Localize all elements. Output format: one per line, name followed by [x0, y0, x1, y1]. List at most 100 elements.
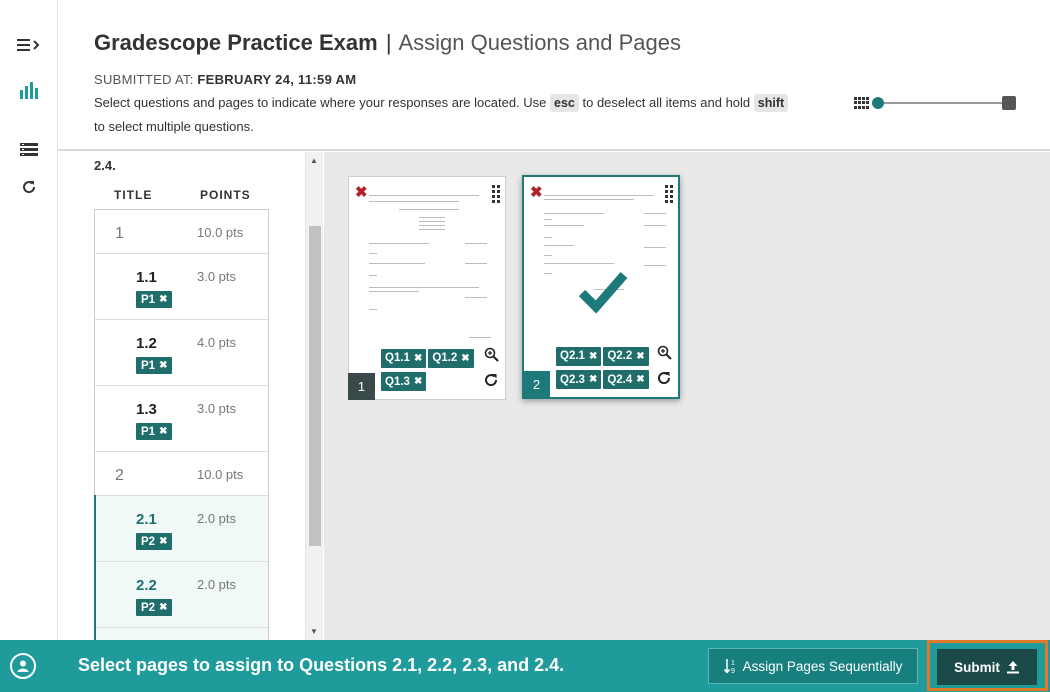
- remove-tag-icon[interactable]: ✖: [159, 426, 167, 437]
- remove-tag-icon[interactable]: ✖: [159, 536, 167, 547]
- page-title: Gradescope Practice Exam | Assign Questi…: [94, 30, 681, 56]
- svg-text:1: 1: [731, 660, 735, 667]
- page-question-tags: Q1.1 ✖ Q1.2 ✖ Q1.3 ✖: [381, 348, 491, 395]
- remove-tag-icon[interactable]: ✖: [159, 602, 167, 613]
- question-tag-label: Q2.2: [607, 350, 633, 362]
- question-tag[interactable]: Q2.2 ✖: [603, 346, 649, 366]
- question-tag-label: Q2.1: [560, 350, 585, 362]
- page-number: 2: [523, 371, 550, 398]
- menu-expand-icon[interactable]: [16, 34, 42, 56]
- question-points: 10.0 pts: [197, 467, 244, 482]
- remove-tag-icon[interactable]: ✖: [636, 351, 644, 362]
- page-tag[interactable]: P2 ✖: [136, 533, 173, 550]
- page-tag-label: P1: [141, 293, 156, 306]
- page-tag-label: P1: [141, 425, 156, 438]
- assign-pages-sequentially-button[interactable]: 19 Assign Pages Sequentially: [708, 648, 918, 684]
- question-table: 1 10.0 pts 1.1 3.0 pts P1 ✖ 1.2 4.0 pts P1 ✖ 1.3 3.…: [94, 209, 269, 640]
- zoom-in-icon[interactable]: [657, 345, 672, 363]
- question-number: 2.1: [136, 511, 157, 528]
- page-tag[interactable]: P1 ✖: [136, 291, 173, 308]
- user-icon[interactable]: [10, 653, 36, 679]
- left-sidebar: [0, 0, 58, 640]
- scroll-up-arrow-icon[interactable]: ▲: [310, 156, 318, 165]
- upload-icon: [1006, 661, 1019, 674]
- page-preview-image: [363, 191, 491, 341]
- remove-tag-icon[interactable]: ✖: [589, 374, 597, 385]
- question-points: 2.0 pts: [197, 511, 237, 526]
- question-number: 2.2: [136, 577, 157, 594]
- zoom-in-icon[interactable]: [484, 347, 499, 365]
- page-tag-label: P2: [141, 601, 156, 614]
- page-thumbnail[interactable]: ✖ Q2.1 ✖ Q2.2 ✖ Q2.3 ✖ Q2.4 ✖ 2: [522, 175, 680, 399]
- question-row[interactable]: 1.2 4.0 pts P1 ✖: [95, 320, 268, 386]
- list-icon[interactable]: [16, 139, 42, 161]
- question-tag[interactable]: Q2.4 ✖: [603, 370, 649, 389]
- footer-message: Select pages to assign to Questions 2.1,…: [78, 655, 565, 675]
- instructions: Select questions and pages to indicate w…: [94, 91, 854, 139]
- scrollbar-thumb[interactable]: [309, 226, 321, 546]
- question-row[interactable]: 2.1 2.0 pts P2 ✖: [94, 495, 268, 562]
- remove-tag-icon[interactable]: ✖: [636, 374, 644, 385]
- remove-tag-icon[interactable]: ✖: [159, 360, 167, 371]
- outline-scrollbar[interactable]: ▲ ▼: [305, 152, 323, 640]
- clear-page-icon[interactable]: ✖: [530, 183, 543, 201]
- question-row[interactable]: 1.3 3.0 pts P1 ✖: [95, 386, 268, 452]
- submitted-value: FEBRUARY 24, 11:59 AM: [197, 72, 357, 87]
- question-points: 4.0 pts: [197, 335, 237, 350]
- question-tag-label: Q2.3: [560, 373, 585, 386]
- question-number: 1: [115, 225, 124, 242]
- drag-handle-icon[interactable]: [665, 185, 673, 203]
- question-tag[interactable]: Q2.1 ✖: [556, 346, 602, 366]
- question-points: 2.0 pts: [197, 577, 237, 592]
- section-label: 2.4.: [94, 158, 116, 173]
- question-row[interactable]: 1 10.0 pts: [95, 210, 268, 254]
- question-number: 1.1: [136, 269, 157, 286]
- remove-tag-icon[interactable]: ✖: [414, 353, 422, 364]
- page-tag[interactable]: P1 ✖: [136, 423, 173, 440]
- bar-chart-icon[interactable]: [16, 79, 42, 101]
- page-tag[interactable]: P1 ✖: [136, 357, 173, 374]
- grid-view-icon[interactable]: [854, 97, 870, 109]
- pages-area: ✖ Q1.1 ✖ Q1.2 ✖ Q1.3 ✖ 1 ✖ Q2.1 ✖ Q2.2 ✖ Q2.3 ✖ Q2.4 ✖ 2: [324, 152, 1050, 640]
- drag-handle-icon[interactable]: [492, 185, 500, 203]
- question-tag-label: Q2.4: [607, 373, 633, 386]
- question-row[interactable]: 2.2 2.0 pts P2 ✖: [94, 561, 268, 628]
- sort-numeric-icon: 19: [723, 659, 735, 674]
- submitted-label: SUBMITTED AT:: [94, 72, 194, 87]
- page-tag-label: P1: [141, 359, 156, 372]
- question-points: 3.0 pts: [197, 269, 237, 284]
- question-tag[interactable]: Q1.1 ✖: [381, 348, 427, 368]
- question-tag[interactable]: Q1.3 ✖: [381, 372, 427, 391]
- remove-tag-icon[interactable]: ✖: [589, 351, 597, 362]
- question-tag[interactable]: Q1.2 ✖: [428, 348, 474, 368]
- remove-tag-icon[interactable]: ✖: [414, 376, 422, 387]
- single-page-view-icon[interactable]: [1002, 96, 1016, 110]
- submit-button-highlight: Submit: [927, 640, 1048, 691]
- question-row[interactable]: 2 10.0 pts: [95, 452, 268, 496]
- submit-button[interactable]: Submit: [937, 649, 1037, 685]
- question-points: 3.0 pts: [197, 401, 237, 416]
- selected-checkmark-icon: [578, 272, 628, 314]
- zoom-slider-handle[interactable]: [872, 97, 884, 109]
- question-tag-label: Q1.2: [432, 352, 458, 364]
- question-row[interactable]: 1.1 3.0 pts P1 ✖: [95, 254, 268, 320]
- esc-key: esc: [550, 94, 579, 112]
- rotate-icon[interactable]: [483, 372, 499, 393]
- question-tag[interactable]: Q2.3 ✖: [556, 370, 602, 389]
- rotate-icon[interactable]: [656, 370, 672, 391]
- page-thumbnail[interactable]: ✖ Q1.1 ✖ Q1.2 ✖ Q1.3 ✖ 1: [348, 176, 506, 400]
- page-tag[interactable]: P2 ✖: [136, 599, 173, 616]
- question-tag-label: Q1.3: [385, 375, 410, 388]
- refresh-icon[interactable]: [16, 176, 42, 198]
- question-points: 10.0 pts: [197, 225, 244, 240]
- instructions-text-3: to select multiple questions.: [94, 119, 254, 134]
- svg-text:9: 9: [731, 668, 735, 674]
- remove-tag-icon[interactable]: ✖: [461, 353, 469, 364]
- remove-tag-icon[interactable]: ✖: [159, 294, 167, 305]
- clear-page-icon[interactable]: ✖: [355, 183, 368, 201]
- scroll-down-arrow-icon[interactable]: ▼: [310, 627, 318, 636]
- column-header-points: POINTS: [200, 188, 251, 202]
- question-outline-panel: 2.4. TITLE POINTS 1 10.0 pts 1.1 3.0 pts P1 ✖…: [58, 152, 324, 640]
- zoom-slider-track[interactable]: [876, 102, 1006, 104]
- question-row[interactable]: 2.33.0 pts: [94, 627, 268, 640]
